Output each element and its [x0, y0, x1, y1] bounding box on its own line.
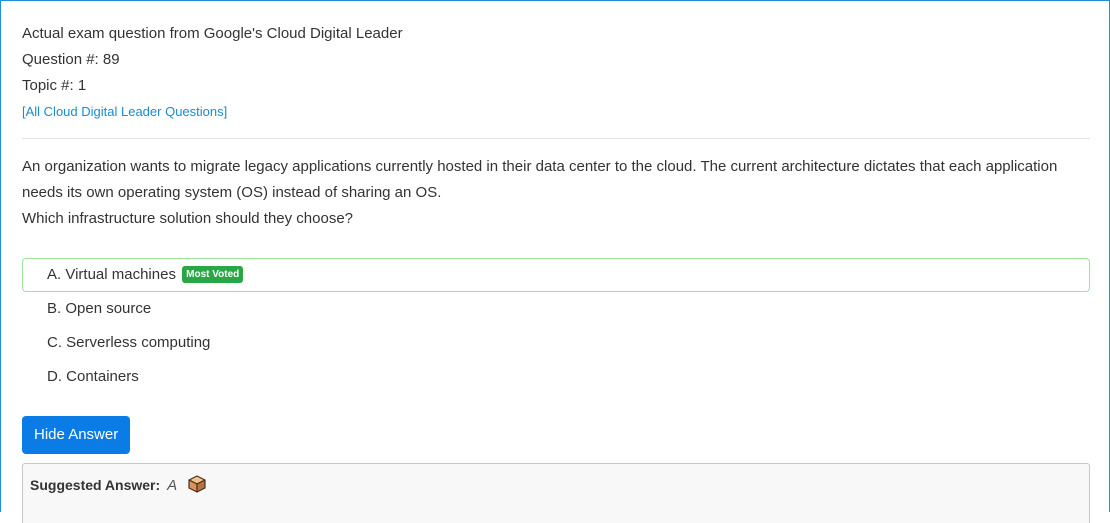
suggested-answer-value: A	[167, 477, 178, 494]
question-content: Actual exam question from Google's Cloud…	[22, 21, 1090, 523]
hide-answer-button[interactable]: Hide Answer	[22, 416, 131, 454]
question-card: Actual exam question from Google's Cloud…	[0, 0, 1110, 523]
most-voted-badge: Most Voted	[182, 266, 244, 283]
divider	[22, 138, 1090, 139]
question-body: An organization wants to migrate legacy …	[22, 158, 1058, 201]
choice-c[interactable]: C. Serverless computing	[22, 326, 1090, 360]
all-questions-link[interactable]: [All Cloud Digital Leader Questions]	[22, 101, 227, 123]
topic-number: Topic #: 1	[22, 77, 87, 94]
question-text: An organization wants to migrate legacy …	[22, 154, 1088, 232]
suggested-answer-label: Suggested Answer:	[30, 477, 161, 493]
suggested-answer-box: Suggested Answer: A	[22, 463, 1090, 523]
choice-list: A. Virtual machines Most Voted B. Open s…	[22, 258, 1090, 394]
box-icon[interactable]	[187, 474, 207, 500]
exam-source: Actual exam question from Google's Cloud…	[22, 25, 403, 42]
question-number: Question #: 89	[22, 51, 120, 68]
question-prompt: Which infrastructure solution should the…	[22, 210, 354, 227]
choice-b[interactable]: B. Open source	[22, 292, 1090, 326]
choice-d-label: D. Containers	[47, 368, 139, 385]
choice-a-label: A. Virtual machines	[47, 266, 176, 283]
choice-d[interactable]: D. Containers	[22, 360, 1090, 394]
choice-b-label: B. Open source	[47, 300, 152, 317]
choice-a[interactable]: A. Virtual machines Most Voted	[22, 258, 1090, 292]
choice-c-label: C. Serverless computing	[47, 334, 211, 351]
